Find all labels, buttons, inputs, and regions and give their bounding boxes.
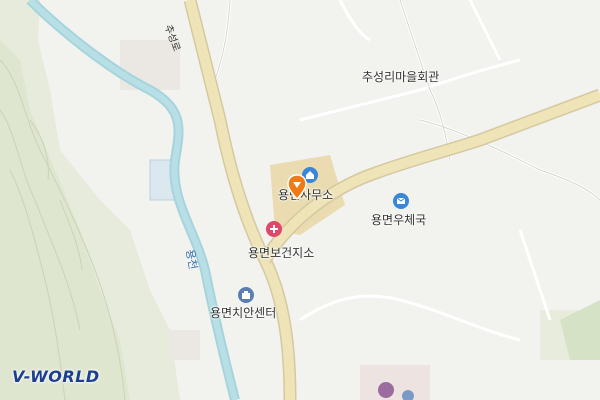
police-icon[interactable] bbox=[238, 287, 254, 303]
place-label-health-center[interactable]: 용면보건지소 bbox=[248, 244, 314, 261]
river-label: 용천 bbox=[183, 248, 200, 271]
post-office-icon[interactable] bbox=[393, 193, 409, 209]
landmark-icon[interactable] bbox=[378, 382, 394, 398]
location-pin-icon[interactable] bbox=[287, 174, 307, 200]
place-label-post-office[interactable]: 용면우체국 bbox=[371, 211, 426, 228]
map-view[interactable]: 추성로 용천 추성리마을회관 용면사무소 용면우체국 용면보건지소 용면치안센터… bbox=[0, 0, 600, 400]
hospital-icon[interactable] bbox=[266, 221, 282, 237]
place-label-police-box[interactable]: 용면치안센터 bbox=[210, 304, 276, 321]
poi-icon[interactable] bbox=[402, 390, 414, 400]
vworld-logo: V-WORLD bbox=[12, 367, 100, 386]
place-label-village-hall[interactable]: 추성리마을회관 bbox=[362, 68, 439, 85]
